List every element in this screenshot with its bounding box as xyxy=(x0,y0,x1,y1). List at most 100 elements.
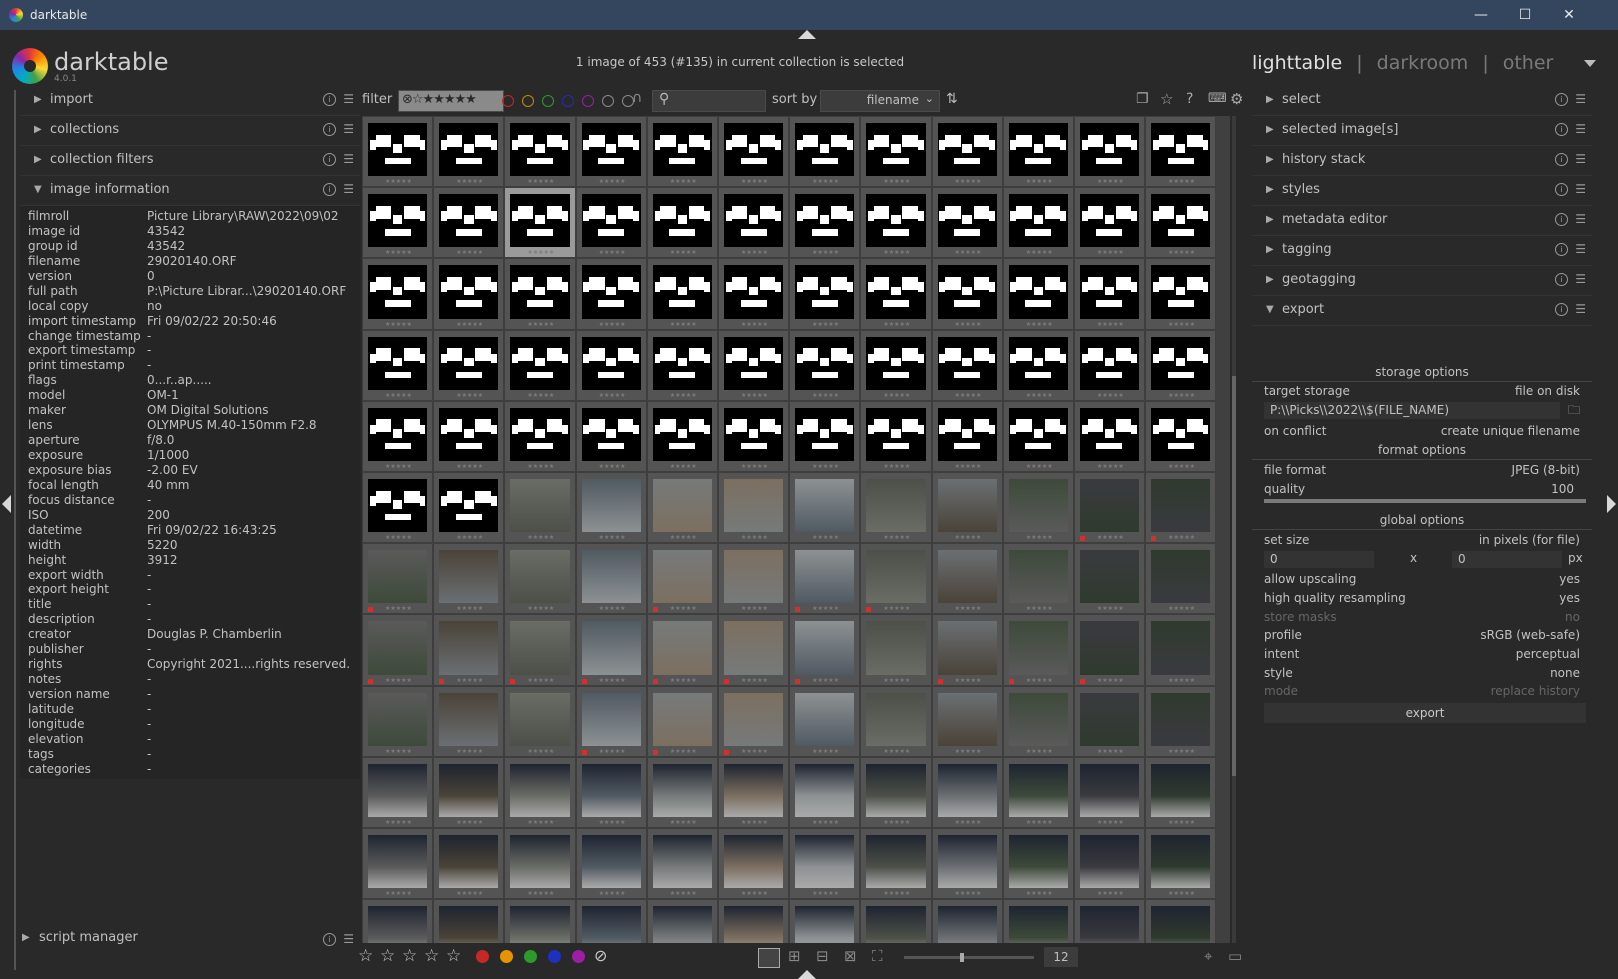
script-manager-module[interactable]: ▶ script manager i ☰ xyxy=(20,928,360,952)
thumbnail[interactable]: ★★★★★ xyxy=(860,471,932,544)
thumbnail[interactable]: ★★★★★ xyxy=(504,116,576,188)
right-module-export[interactable]: ▼ export i ☰ xyxy=(1252,296,1592,326)
thumbnail-stars[interactable]: ★★★★★ xyxy=(456,392,483,400)
rating-star-icon[interactable]: ☆ xyxy=(424,946,439,966)
presets-menu-icon[interactable]: ☰ xyxy=(1575,303,1586,315)
right-module-tagging[interactable]: ▶ tagging i ☰ xyxy=(1252,236,1592,266)
thumbnail-stars[interactable]: ★★★★★ xyxy=(599,534,626,542)
presets-menu-icon[interactable]: ☰ xyxy=(343,93,354,105)
thumbnail-stars[interactable]: ★★★★★ xyxy=(741,321,768,329)
thumbnail[interactable]: ★★★★★ xyxy=(1073,471,1146,544)
thumbnail[interactable]: ★★★★★ xyxy=(717,116,790,188)
thumbnail[interactable]: ★★★★★ xyxy=(931,899,1003,943)
thumbnail[interactable]: ★★★★★ xyxy=(1145,827,1217,900)
filemanager-layout-icon[interactable] xyxy=(758,948,780,968)
thumbnail-stars[interactable]: ★★★★★ xyxy=(527,178,554,186)
on-conflict-row[interactable]: on conflict create unique filename xyxy=(1252,422,1592,440)
close-button[interactable]: ✕ xyxy=(1554,4,1584,26)
expand-arrow-icon[interactable]: ▶ xyxy=(1266,154,1274,165)
thumbnail[interactable]: ★★★★★ xyxy=(1073,614,1146,686)
thumbnail-stars[interactable]: ★★★★★ xyxy=(527,890,554,898)
presets-menu-icon[interactable]: ☰ xyxy=(1575,123,1586,135)
thumbnail[interactable]: ★★★★★ xyxy=(646,116,718,188)
thumbnail-stars[interactable]: ★★★★★ xyxy=(670,392,697,400)
thumbnail[interactable]: ★★★★★ xyxy=(789,329,861,401)
hq-resampling-row[interactable]: high quality resampling yes xyxy=(1252,589,1592,607)
thumbnail-stars[interactable]: ★★★★★ xyxy=(1026,392,1053,400)
thumbnail[interactable]: ★★★★★ xyxy=(362,471,434,544)
thumbnail-stars[interactable]: ★★★★★ xyxy=(599,463,626,471)
thumbnail-stars[interactable]: ★★★★★ xyxy=(456,819,483,827)
thumbnail-stars[interactable]: ★★★★★ xyxy=(955,178,982,186)
thumbnail-stars[interactable]: ★★★★★ xyxy=(955,890,982,898)
thumbnail-stars[interactable]: ★★★★★ xyxy=(456,890,483,898)
thumbnail-stars[interactable]: ★★★★★ xyxy=(527,534,554,542)
quality-slider[interactable] xyxy=(1264,499,1586,503)
thumbnail-stars[interactable]: ★★★★★ xyxy=(456,534,483,542)
hq-resampling-value[interactable]: yes xyxy=(1559,589,1580,607)
thumbnail-stars[interactable]: ★★★★★ xyxy=(1168,392,1195,400)
thumbnail-stars[interactable]: ★★★★★ xyxy=(527,321,554,329)
thumbnail[interactable]: ★★★★★ xyxy=(789,827,861,900)
thumbnail[interactable]: ★★★★★ xyxy=(433,471,505,544)
expand-arrow-icon[interactable]: ▶ xyxy=(1266,244,1274,255)
thumbnail[interactable]: ★★★★★ xyxy=(504,685,576,757)
thumbnail-stars[interactable]: ★★★★★ xyxy=(670,178,697,186)
thumbnail[interactable]: ★★★★★ xyxy=(717,471,790,544)
thumbnail[interactable]: ★★★★★ xyxy=(1002,329,1074,401)
thumbnail[interactable]: ★★★★★ xyxy=(931,756,1003,828)
thumbnail[interactable]: ★★★★★ xyxy=(646,543,718,615)
thumbnail-stars[interactable]: ★★★★★ xyxy=(1097,890,1124,898)
thumbnail[interactable]: ★★★★★ xyxy=(931,471,1003,544)
preview-icon[interactable]: ⛶ xyxy=(872,947,883,965)
thumbnail[interactable]: ★★★★★ xyxy=(575,116,647,188)
presets-menu-icon[interactable]: ☰ xyxy=(343,123,354,135)
presets-menu-icon[interactable]: ☰ xyxy=(1575,93,1586,105)
sort-select[interactable]: filename ⌄ xyxy=(820,90,940,112)
thumbnail[interactable]: ★★★★★ xyxy=(575,471,647,544)
thumbnail-stars[interactable]: ★★★★★ xyxy=(955,677,982,685)
thumbnail[interactable]: ★★★★★ xyxy=(931,614,1003,686)
set-size-row[interactable]: set size in pixels (for file) xyxy=(1252,531,1592,549)
thumbnail[interactable]: ★★★★★ xyxy=(1002,756,1074,828)
thumbnail[interactable]: ★★★★★ xyxy=(789,899,861,943)
presets-menu-icon[interactable]: ☰ xyxy=(343,932,354,946)
collapse-top-arrow-icon[interactable] xyxy=(798,30,816,39)
thumbnail[interactable]: ★★★★★ xyxy=(789,187,861,259)
thumbnail-stars[interactable]: ★★★★★ xyxy=(670,890,697,898)
thumbnail-stars[interactable]: ★★★★★ xyxy=(1026,249,1053,257)
thumbnail[interactable]: ★★★★★ xyxy=(717,827,790,900)
presets-menu-icon[interactable]: ☰ xyxy=(1575,183,1586,195)
thumbnail[interactable]: ★★★★★ xyxy=(717,329,790,401)
thumbnail[interactable]: ★★★★★ xyxy=(860,827,932,900)
reset-icon[interactable]: i xyxy=(323,93,336,106)
thumbnail[interactable]: ★★★★★ xyxy=(575,187,647,259)
thumbnail[interactable]: ★★★★★ xyxy=(931,543,1003,615)
thumbnail[interactable]: ★★★★★ xyxy=(1145,471,1217,544)
reset-icon[interactable]: i xyxy=(323,123,336,136)
view-other[interactable]: other xyxy=(1503,52,1554,74)
thumbnail[interactable]: ★★★★★ xyxy=(931,329,1003,401)
thumbnail[interactable]: ★★★★★ xyxy=(1002,400,1074,472)
thumbnail-stars[interactable]: ★★★★★ xyxy=(456,321,483,329)
thumbnail-stars[interactable]: ★★★★★ xyxy=(812,677,839,685)
thumbnail-stars[interactable]: ★★★★★ xyxy=(1168,748,1195,756)
thumbnail-stars[interactable]: ★★★★★ xyxy=(527,249,554,257)
culling-layout-icon[interactable]: ⊟ xyxy=(816,947,829,965)
thumbnail[interactable]: ★★★★★ xyxy=(646,685,718,757)
thumbnail-stars[interactable]: ★★★★★ xyxy=(385,890,412,898)
allow-upscaling-value[interactable]: yes xyxy=(1559,570,1580,588)
thumbnail[interactable]: ★★★★★ xyxy=(575,756,647,828)
grid-scrollbar-thumb[interactable] xyxy=(1232,376,1236,776)
thumbnail-stars[interactable]: ★★★★★ xyxy=(883,677,910,685)
thumbnail-stars[interactable]: ★★★★★ xyxy=(385,321,412,329)
thumbnail-stars[interactable]: ★★★★★ xyxy=(670,249,697,257)
thumbnail-stars[interactable]: ★★★★★ xyxy=(599,677,626,685)
zoom-slider-handle[interactable] xyxy=(960,953,964,962)
reset-icon[interactable]: i xyxy=(1555,273,1568,286)
thumbnail[interactable]: ★★★★★ xyxy=(504,258,576,330)
thumbnail-stars[interactable]: ★★★★★ xyxy=(1026,819,1053,827)
thumbnail[interactable]: ★★★★★ xyxy=(1145,258,1217,330)
thumbnail-stars[interactable]: ★★★★★ xyxy=(1097,819,1124,827)
thumbnail-stars[interactable]: ★★★★★ xyxy=(527,748,554,756)
